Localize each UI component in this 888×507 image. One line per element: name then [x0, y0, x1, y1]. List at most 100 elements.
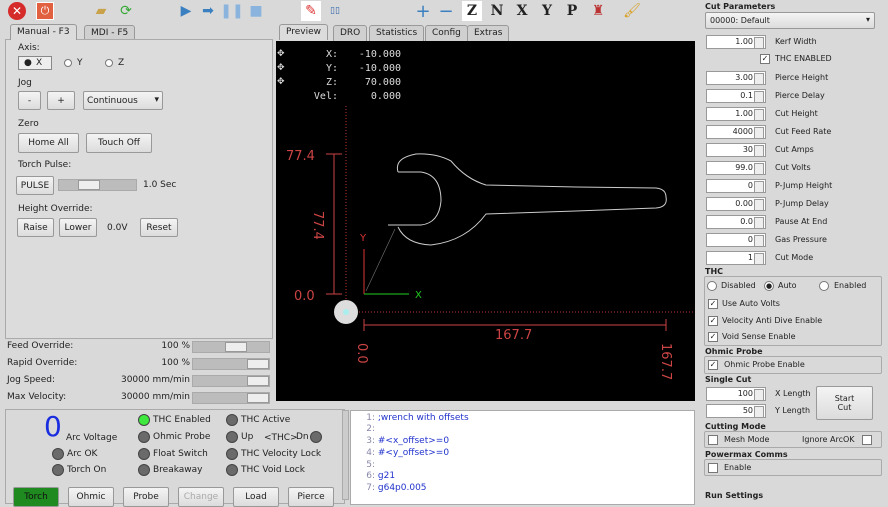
override-slider[interactable] [192, 375, 270, 387]
use-auto-volts-checkbox[interactable]: ✓ [708, 299, 718, 309]
jog-plus-button[interactable]: + [47, 91, 75, 110]
x-min-label: 0.0 [354, 343, 369, 364]
cut-param-input[interactable]: 0 [706, 233, 766, 247]
override-label: Jog Speed: [7, 375, 55, 385]
void-sense-checkbox[interactable]: ✓ [708, 332, 718, 342]
view-z-icon[interactable]: Z [462, 1, 482, 21]
thc-disabled-radio[interactable] [707, 281, 717, 291]
y-size-label: 77.4 [310, 211, 325, 240]
gcode-scrollbar[interactable] [342, 410, 349, 500]
slider-thumb[interactable] [225, 342, 248, 352]
x-length-input[interactable]: 100 [706, 387, 766, 401]
reload-icon[interactable]: ⟳ [116, 1, 136, 21]
thc-enabled-radio[interactable] [819, 281, 829, 291]
x-size-label: 167.7 [495, 328, 532, 343]
override-slider[interactable] [192, 341, 270, 353]
ignore-arc-ok-label: Ignore ArcOK [802, 435, 855, 444]
power-icon[interactable]: ⏻ [35, 1, 55, 21]
ohmic-probe-enable-checkbox[interactable]: ✓ [708, 360, 718, 370]
view-x-icon[interactable]: X [512, 1, 532, 21]
zoom-in-icon[interactable]: + [413, 1, 433, 22]
cut-param-input[interactable]: 0.0 [706, 215, 766, 229]
cut-param-input[interactable]: 1 [706, 251, 766, 265]
ohmic-button[interactable]: Ohmic [68, 487, 114, 507]
step-icon[interactable]: ➡ [198, 1, 218, 21]
slider-thumb[interactable] [247, 393, 269, 403]
jog-minus-button[interactable]: - [18, 91, 41, 110]
jog-mode-select[interactable]: Continuous ▾ [83, 91, 163, 110]
preview-canvas[interactable]: ✥ ✥ ✥ X: -10.000 Y: -10.000 Z: 70.000 Vel: 0.… [276, 41, 695, 401]
axis-y-radio[interactable]: Y [64, 57, 94, 71]
probe-button[interactable]: Probe [123, 487, 169, 507]
tab-statistics[interactable]: Statistics [369, 25, 425, 41]
status-led-label: Arc OK [67, 449, 98, 459]
jog-mode-value: Continuous [87, 95, 138, 106]
status-led-label: THC Velocity Lock [241, 449, 322, 459]
edit-icon[interactable]: ✎ [301, 1, 321, 21]
slider-thumb[interactable] [247, 376, 269, 386]
load-button[interactable]: Load [233, 487, 279, 507]
override-slider[interactable] [192, 358, 270, 370]
view-z2-icon[interactable]: N [487, 1, 507, 21]
slider-thumb[interactable] [78, 180, 101, 190]
status-led-label: THC Void Lock [241, 465, 305, 475]
x-axis-label: X [415, 290, 422, 301]
mesh-mode-checkbox[interactable] [708, 435, 718, 445]
tab-config[interactable]: Config [425, 25, 468, 41]
thc-disabled-label: Disabled [721, 281, 756, 290]
stop-icon[interactable]: ■ [246, 1, 266, 21]
override-slider[interactable] [192, 392, 270, 404]
cut-param-input[interactable]: 0.00 [706, 197, 766, 211]
rfl-icon[interactable]: ▯▯ [325, 1, 345, 21]
pulse-button[interactable]: PULSE [16, 176, 54, 195]
cut-param-input[interactable]: 30 [706, 143, 766, 157]
axis-z-radio[interactable]: Z [105, 57, 135, 71]
velocity-anti-dive-checkbox[interactable]: ✓ [708, 316, 718, 326]
cut-param-input[interactable]: 0 [706, 179, 766, 193]
cut-param-input[interactable]: 4000 [706, 125, 766, 139]
raise-button[interactable]: Raise [17, 218, 54, 237]
thc-auto-radio[interactable]: ● [764, 281, 774, 291]
cut-param-input[interactable]: 0.1 [706, 89, 766, 103]
status-led-label: Float Switch [153, 449, 208, 459]
thc-enabled-checkbox[interactable]: ✓ [760, 54, 770, 64]
pause-icon[interactable]: ❚❚ [220, 1, 243, 21]
powermax-enable-checkbox[interactable] [708, 463, 718, 473]
status-led-icon [138, 448, 150, 460]
home-all-button[interactable]: Home All [18, 133, 79, 153]
view-p-icon[interactable]: P [562, 1, 582, 21]
pierce-button[interactable]: Pierce [288, 487, 334, 507]
estop-icon[interactable]: ✕ [7, 1, 27, 21]
lower-button[interactable]: Lower [59, 218, 97, 237]
start-cut-button[interactable]: Start Cut [816, 386, 873, 420]
slider-thumb[interactable] [247, 359, 269, 369]
status-led-icon [226, 448, 238, 460]
tab-preview[interactable]: Preview [279, 24, 329, 40]
tab-dro[interactable]: DRO [333, 25, 368, 41]
pulse-time-slider[interactable] [58, 179, 137, 191]
material-select[interactable]: 00000: Default ▾ [705, 12, 875, 29]
tab-manual[interactable]: Manual - F3 [10, 24, 77, 40]
cut-param-input[interactable]: 1.00 [706, 35, 766, 49]
cut-param-label: Cut Height [775, 109, 818, 118]
change-button[interactable]: Change [178, 487, 224, 507]
open-file-icon[interactable]: ▰ [91, 1, 111, 21]
tab-extras[interactable]: Extras [467, 25, 510, 41]
zoom-out-icon[interactable]: − [436, 1, 456, 22]
torch-button[interactable]: Torch [13, 487, 59, 507]
run-icon[interactable]: ▶ [176, 1, 196, 21]
clear-plot-icon[interactable]: ♜ [588, 1, 608, 21]
cut-param-input[interactable]: 3.00 [706, 71, 766, 85]
touch-off-button[interactable]: Touch Off [86, 133, 152, 153]
status-led-icon [52, 448, 64, 460]
cut-param-input[interactable]: 99.0 [706, 161, 766, 175]
cut-param-input[interactable]: 1.00 [706, 107, 766, 121]
brush-icon[interactable]: 🖌 [622, 1, 642, 21]
status-led-label: Torch On [67, 465, 107, 475]
axis-x-radio[interactable]: ● X [18, 56, 52, 70]
view-y-icon[interactable]: Y [537, 1, 557, 21]
reset-button[interactable]: Reset [140, 218, 178, 237]
gcode-line: 2: [366, 424, 375, 434]
y-length-input[interactable]: 50 [706, 404, 766, 418]
ignore-arc-ok-checkbox[interactable] [862, 435, 872, 445]
